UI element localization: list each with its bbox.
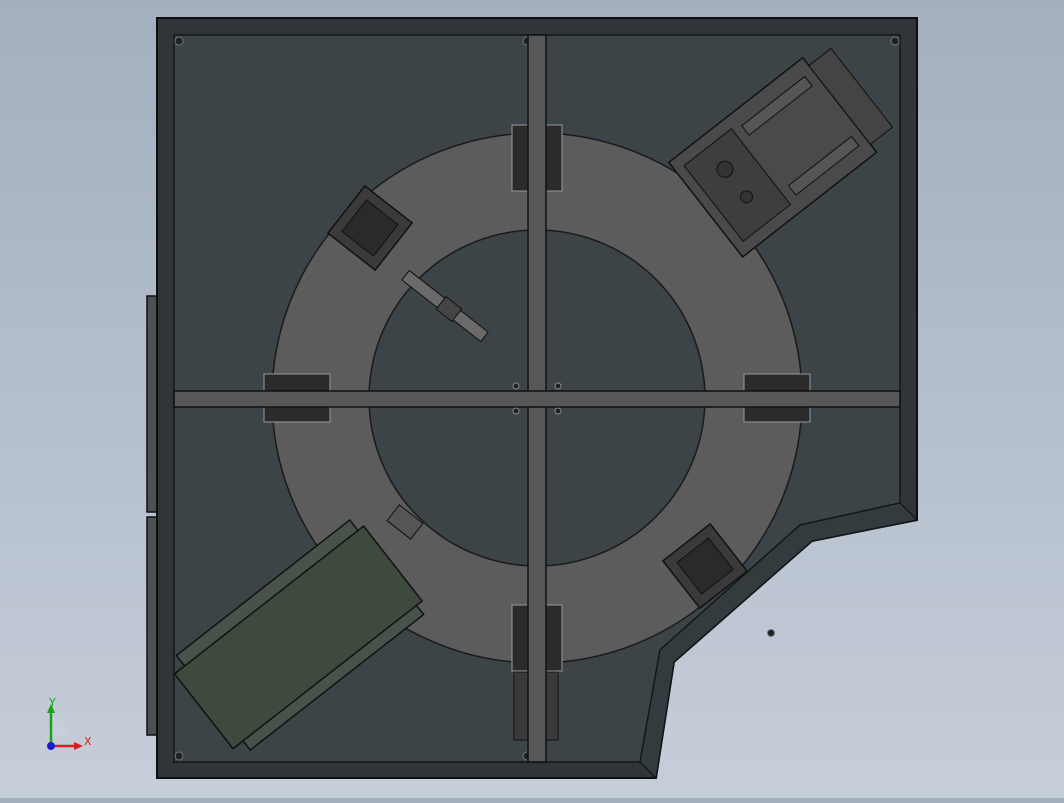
cad-model-top-view-icon bbox=[146, 17, 919, 780]
x-axis-label: X bbox=[84, 735, 92, 748]
z-axis-dot-icon bbox=[47, 742, 55, 750]
y-axis-label: Y bbox=[49, 696, 56, 709]
axis-triad: Y X bbox=[36, 696, 96, 758]
left-side-rails bbox=[146, 295, 158, 736]
triad-arc-icon bbox=[51, 718, 69, 736]
cad-viewport[interactable]: Y X bbox=[0, 0, 1064, 798]
